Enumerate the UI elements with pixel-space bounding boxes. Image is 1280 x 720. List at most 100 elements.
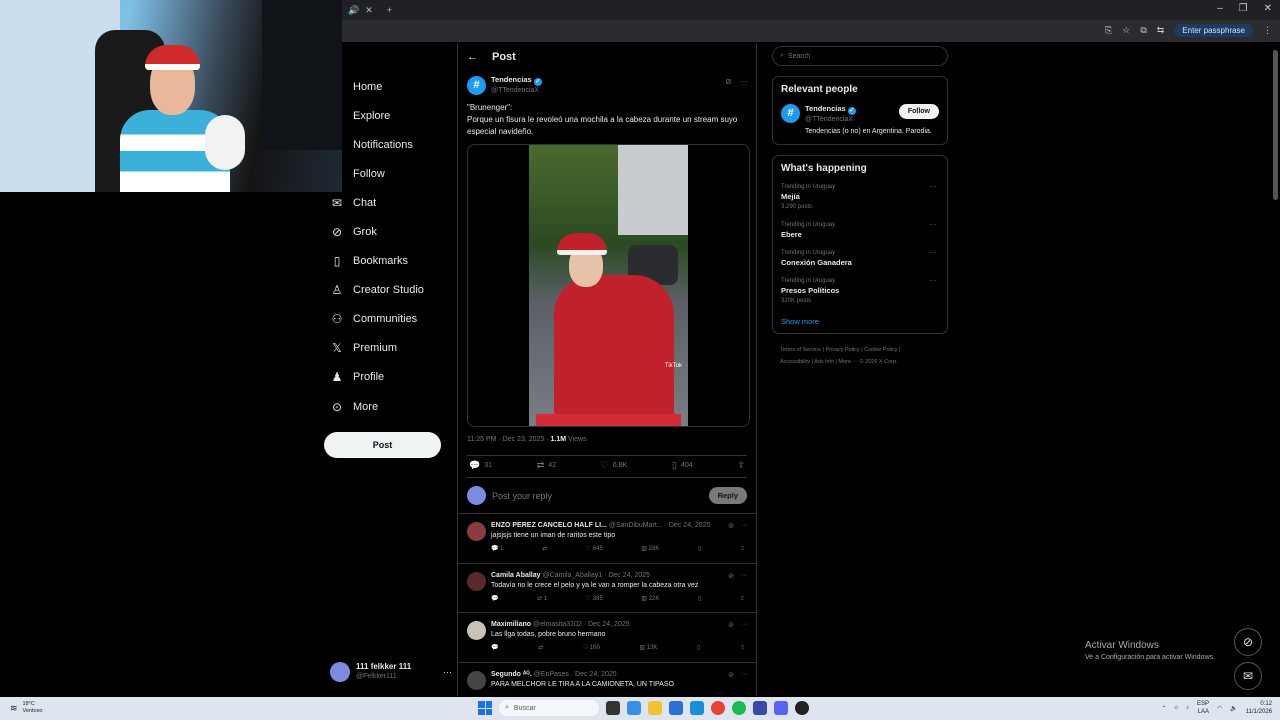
sidebar-item-profile[interactable]: ♟ Profile [324, 363, 454, 392]
video-frame[interactable]: TikTok [529, 145, 688, 426]
reply-author-name[interactable]: Maximiliano [491, 621, 531, 628]
more-dots-icon[interactable]: ··· [741, 572, 748, 580]
sidebar-item-grok[interactable]: ⊘ Grok [324, 217, 454, 246]
menu-dots-icon[interactable]: ⋮ [1263, 25, 1272, 36]
avatar[interactable] [467, 621, 486, 641]
more-dots-icon[interactable]: ··· [443, 667, 452, 677]
more-dots-icon[interactable]: ··· [741, 621, 748, 629]
like-action[interactable]: ♡ 6.8K [601, 460, 627, 471]
sidebar-item-creator-studio[interactable]: ♙ Creator Studio [324, 276, 454, 305]
relevant-person[interactable]: # Tendencias ✓ @TTendenciaX Tendencias (o… [781, 104, 939, 137]
repost-action[interactable]: ⇄ 1 [537, 595, 547, 602]
windows-start-icon[interactable] [478, 701, 492, 715]
page-scrollbar[interactable] [1273, 50, 1278, 200]
close-window-icon[interactable]: ✕ [1264, 3, 1272, 14]
more-dots-icon[interactable]: ··· [929, 276, 937, 286]
file-explorer-icon[interactable] [648, 701, 662, 715]
network-icon[interactable]: ⌂ [1174, 705, 1178, 711]
post-button[interactable]: Post [324, 432, 441, 458]
install-icon[interactable]: ⎘ [1105, 25, 1112, 36]
reply-author-name[interactable]: Segundo ᴬᴳ. [491, 671, 532, 678]
copilot-icon[interactable] [627, 701, 641, 715]
sync-icon[interactable]: ⇆ [1157, 25, 1165, 36]
trend-item[interactable]: Trending in Uruguay Ebere ··· [781, 220, 939, 240]
messages-float-button[interactable]: ✉ [1234, 662, 1262, 690]
tweet-author-handle[interactable]: @TTendenciaX [491, 86, 542, 96]
tweet-author-name[interactable]: Tendencias [491, 75, 532, 84]
new-tab-icon[interactable]: + [387, 5, 392, 15]
grok-float-button[interactable]: ⊘ [1234, 628, 1262, 656]
footer-line[interactable]: Terms of Service | Privacy Policy | Cook… [780, 344, 948, 356]
reply-action[interactable]: 💬 1 [491, 545, 503, 552]
grok-explain-icon[interactable]: ⊘ [728, 522, 734, 530]
reply-author-name[interactable]: ENZO PEREZ CANCELO HALF LI... [491, 522, 607, 529]
avatar[interactable] [467, 670, 486, 690]
discord-icon[interactable] [774, 701, 788, 715]
repost-action[interactable]: ⇄ [538, 644, 543, 651]
mic-icon[interactable]: ♪ [1186, 705, 1189, 711]
close-tab-icon[interactable]: ✕ [365, 5, 373, 16]
like-action[interactable]: ♡ 160 [583, 644, 600, 651]
repost-action[interactable]: ⇄ [542, 545, 547, 552]
more-dots-icon[interactable]: ··· [929, 220, 937, 230]
more-dots-icon[interactable]: ··· [929, 182, 937, 192]
trend-item[interactable]: Trending in Uruguay Mejía 3,290 posts ··… [781, 182, 939, 212]
person-name[interactable]: Tendencias [805, 104, 846, 113]
footer-line[interactable]: Accessibility | Ads info | More ··· © 20… [780, 356, 948, 368]
trend-item[interactable]: Trending in Uruguay Conexión Ganadera ··… [781, 248, 939, 268]
account-switcher[interactable]: 111 felkker 111 @Felkker111 ··· [330, 662, 452, 682]
sidebar-item-explore[interactable]: Explore [324, 101, 454, 130]
grok-explain-icon[interactable]: ⊘ [728, 671, 734, 679]
reply-action[interactable]: 💬 [491, 644, 498, 651]
volume-icon[interactable]: 🔈 [1230, 705, 1237, 712]
share-icon[interactable]: ⇪ [740, 545, 745, 552]
bookmark-icon[interactable]: ▯ [698, 545, 701, 552]
mail-icon[interactable] [690, 701, 704, 715]
back-arrow-icon[interactable]: ← [467, 51, 478, 63]
weather-widget[interactable]: ≋ 18°C Ventoso [10, 701, 42, 715]
hashtag-avatar-icon[interactable]: # [781, 104, 800, 123]
list-item[interactable]: Camila Aballay @Camila_Aballay1 · Dec 24… [458, 564, 756, 614]
trend-item[interactable]: Trending in Uruguay Presos Políticos 320… [781, 276, 939, 306]
views-action[interactable]: ▥ 13K [639, 644, 657, 651]
tweet-timestamp[interactable]: 11:25 PM · Dec 23, 2025 · [467, 436, 551, 443]
sidebar-item-bookmarks[interactable]: ▯ Bookmarks [324, 247, 454, 276]
star-icon[interactable]: ☆ [1122, 25, 1130, 36]
share-icon[interactable]: ⇪ [740, 644, 745, 651]
sidebar-item-communities[interactable]: ⚇ Communities [324, 305, 454, 334]
grok-explain-icon[interactable]: ⊘ [725, 77, 732, 86]
obs-icon[interactable] [795, 701, 809, 715]
bookmark-icon[interactable]: ▯ [697, 644, 700, 651]
repost-action[interactable]: ⇄ 42 [537, 460, 556, 471]
follow-button[interactable]: Follow [898, 104, 939, 119]
sidebar-item-premium[interactable]: 𝕏 Premium [324, 334, 454, 363]
app-icon[interactable] [753, 701, 767, 715]
reply-input[interactable]: Post your reply [492, 491, 709, 501]
sidebar-item-notifications[interactable]: Notifications [324, 130, 454, 159]
clock[interactable]: 0:12 11/1/2026 [1246, 700, 1272, 716]
tweet-video[interactable]: TikTok [467, 144, 750, 427]
extensions-icon[interactable]: ⧉ [1140, 25, 1146, 36]
reply-button[interactable]: Reply [708, 487, 747, 504]
grok-explain-icon[interactable]: ⊘ [728, 621, 734, 629]
maximize-icon[interactable]: ❐ [1239, 3, 1248, 14]
wifi-icon[interactable]: ◠ [1217, 705, 1222, 712]
more-dots-icon[interactable]: ··· [741, 522, 748, 530]
share-icon[interactable]: ⇪ [740, 595, 745, 602]
more-dots-icon[interactable]: ··· [929, 248, 937, 258]
list-item[interactable]: Segundo ᴬᴳ. @EnPases · Dec 24, 2025 PARA… [458, 663, 756, 696]
sidebar-item-follow[interactable]: Follow [324, 159, 454, 188]
list-item[interactable]: ENZO PEREZ CANCELO HALF LI... @SanDibuMa… [458, 514, 756, 564]
language-indicator[interactable]: ESP LAA [1197, 700, 1209, 716]
task-view-icon[interactable] [606, 701, 620, 715]
avatar[interactable] [467, 522, 486, 541]
reply-action[interactable]: 💬 31 [469, 460, 492, 471]
list-item[interactable]: Maximiliano @elmasita3102 · Dec 24, 2025… [458, 613, 756, 663]
more-dots-icon[interactable]: ··· [741, 671, 748, 679]
reply-author-name[interactable]: Camila Aballay [491, 572, 541, 579]
sidebar-item-home[interactable]: Home [324, 72, 454, 101]
reply-action[interactable]: 💬 [491, 595, 498, 602]
show-more-link[interactable]: Show more [781, 317, 939, 326]
search-input[interactable]: ⌕ Search [772, 46, 948, 66]
views-action[interactable]: ▥ 28K [641, 545, 659, 552]
